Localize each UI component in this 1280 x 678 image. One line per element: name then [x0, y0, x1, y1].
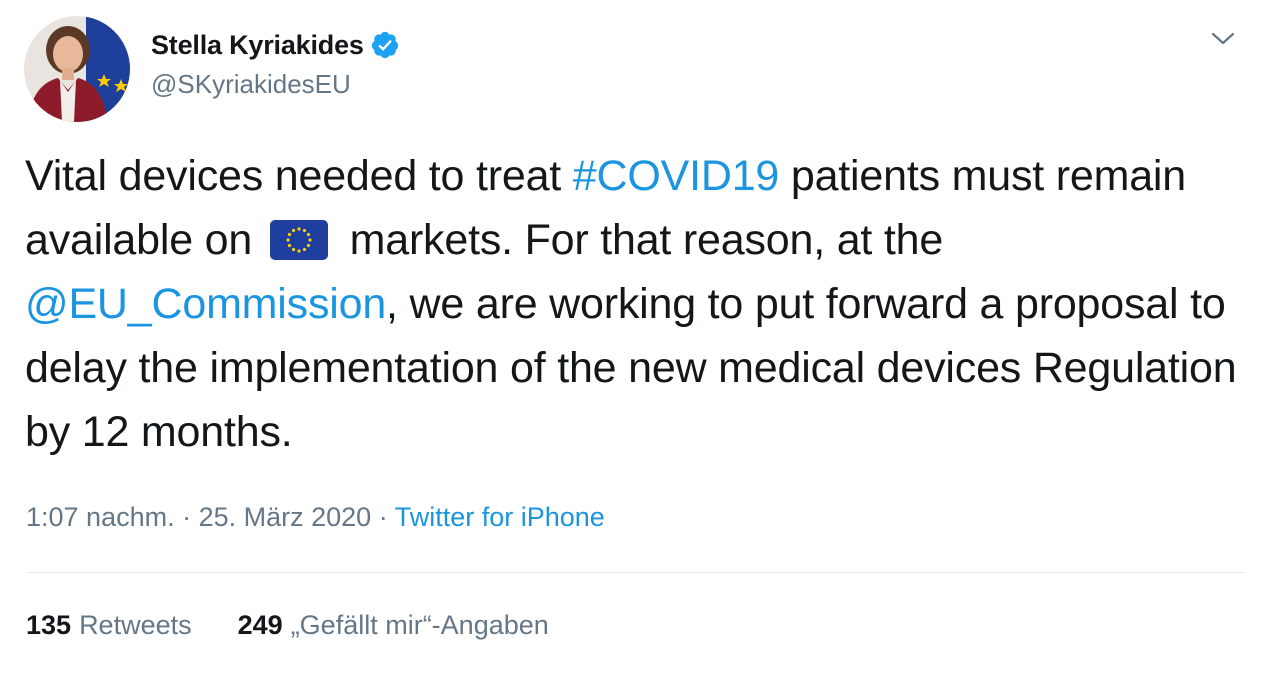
tweet-meta: 1:07 nachm. · 25. März 2020 · Twitter fo…: [26, 502, 605, 533]
eu-flag-icon: [269, 214, 328, 260]
profile-photo-icon: [24, 16, 130, 122]
tweet-date[interactable]: 25. März 2020: [199, 502, 372, 532]
retweets-count: 135: [26, 610, 72, 640]
tweet-text: Vital devices needed to treat #COVID19 p…: [25, 144, 1255, 464]
tweet-time[interactable]: 1:07 nachm.: [26, 502, 175, 532]
hashtag-link[interactable]: #COVID19: [573, 152, 780, 200]
verified-badge-icon: [370, 30, 400, 60]
likes-label: „Gefällt mir“-Angaben: [290, 610, 549, 640]
likes-stat[interactable]: 249 „Gefällt mir“-Angaben: [238, 610, 549, 641]
tweet-text-part: Vital devices needed to treat: [25, 152, 573, 200]
likes-count: 249: [237, 610, 283, 640]
meta-separator: ·: [174, 502, 199, 532]
divider: [26, 572, 1246, 573]
mention-link[interactable]: @EU_Commission: [25, 280, 386, 328]
tweet-source-link[interactable]: Twitter for iPhone: [395, 502, 605, 532]
retweets-stat[interactable]: 135 Retweets: [26, 610, 192, 641]
handle[interactable]: @SKyriakidesEU: [151, 69, 400, 100]
avatar[interactable]: [24, 16, 130, 122]
tweet-text-part: markets. For that reason, at the: [337, 216, 944, 264]
author-info: Stella Kyriakides @SKyriakidesEU: [151, 27, 400, 100]
meta-separator: ·: [371, 502, 395, 532]
chevron-down-icon[interactable]: [1210, 30, 1236, 48]
tweet-card: Stella Kyriakides @SKyriakidesEU Vital d…: [0, 0, 1280, 678]
display-name[interactable]: Stella Kyriakides: [151, 30, 364, 61]
tweet-stats: 135 Retweets 249 „Gefällt mir“-Angaben: [26, 610, 595, 641]
retweets-label: Retweets: [79, 610, 192, 640]
